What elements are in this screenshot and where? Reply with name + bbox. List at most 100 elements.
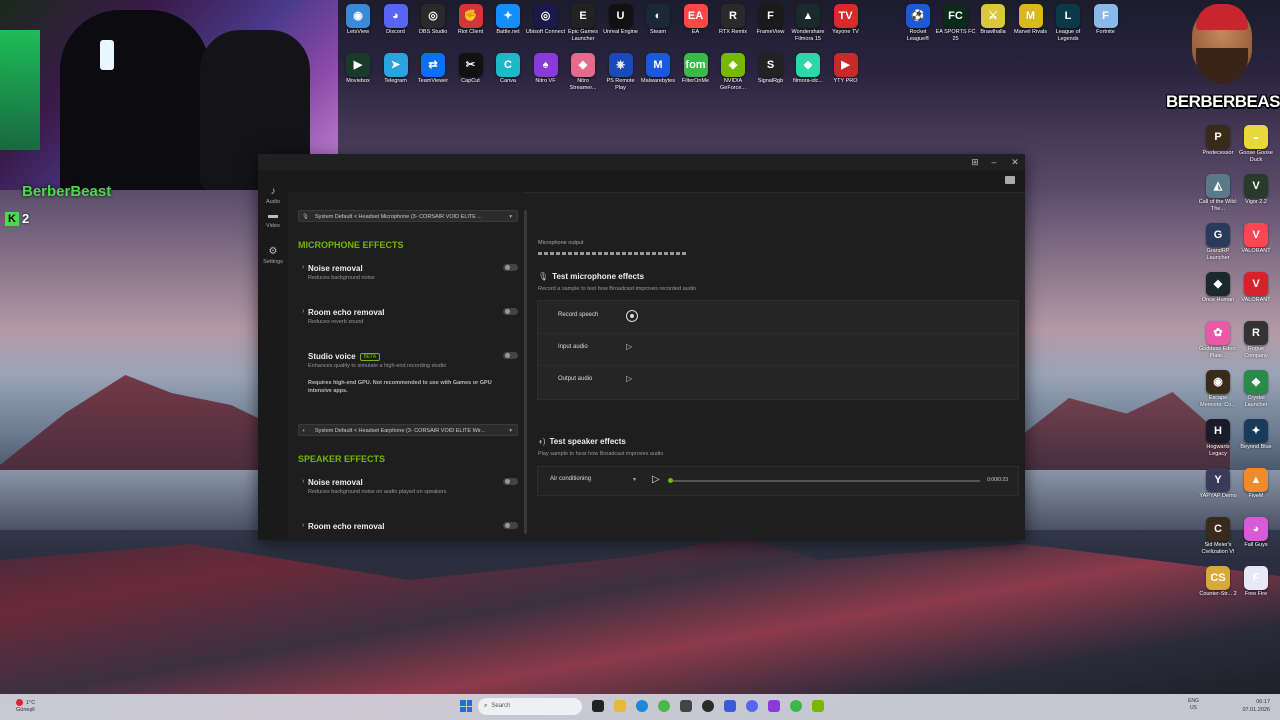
desktop-shortcut[interactable]: ◆ Nitro Streamer... xyxy=(563,53,603,92)
desktop-shortcut[interactable]: ◐ Steam xyxy=(638,4,678,36)
desktop-shortcut[interactable]: M Marvel Rivals xyxy=(1011,4,1051,36)
taskbar-search[interactable]: ⌕ Search xyxy=(478,698,582,715)
desktop-shortcut[interactable]: ➤ Telegram xyxy=(376,53,416,85)
desktop-shortcut[interactable]: FC EA SPORTS FC 25 xyxy=(936,4,976,43)
desktop-shortcut[interactable]: ✦ Battle.net xyxy=(488,4,528,36)
desktop-shortcut[interactable]: ◕ Fall Guys xyxy=(1236,517,1276,549)
desktop-shortcut[interactable]: V Vigor 2.2 xyxy=(1236,174,1276,206)
desktop-shortcut[interactable]: ⚽ Rocket League® xyxy=(898,4,938,43)
desktop-shortcut[interactable]: G GrandRP Launcher xyxy=(1198,223,1238,262)
discord-taskbar-icon[interactable] xyxy=(746,700,758,712)
record-button[interactable] xyxy=(626,310,638,322)
room-echo-toggle[interactable] xyxy=(503,308,518,315)
desktop-shortcut[interactable]: ◈ NVIDIA GeForce... xyxy=(713,53,753,92)
task-view-icon[interactable] xyxy=(592,700,604,712)
chevron-right-icon[interactable]: › xyxy=(302,522,304,529)
nav-settings[interactable]: ⚙ Settings xyxy=(258,246,288,265)
sample-select[interactable]: Air conditioning xyxy=(550,476,591,482)
desktop-shortcut[interactable]: EA EA xyxy=(676,4,716,36)
desktop-shortcut[interactable]: ◎ Ubisoft Connect xyxy=(526,4,566,36)
studio-voice-toggle[interactable] xyxy=(503,352,518,359)
close-button[interactable]: ✕ xyxy=(1008,156,1022,168)
clock[interactable]: 06:17 07.01.2026 xyxy=(1242,698,1270,714)
desktop-shortcut[interactable]: fom FilterOnMe xyxy=(676,53,716,85)
desktop-shortcut[interactable]: F Fortnite xyxy=(1086,4,1126,36)
desktop-shortcut[interactable]: ✊ Riot Client xyxy=(451,4,491,36)
desktop-shortcut[interactable]: ▲ Wondershare Filmora 15 xyxy=(788,4,828,43)
speaker-source-select[interactable]: ◖ System Default < Headset Earphone (3- … xyxy=(298,424,518,436)
output-audio-row: Output audio ▷ xyxy=(538,365,1018,397)
desktop-shortcut[interactable]: E Epic Games Launcher xyxy=(563,4,603,43)
desktop-shortcut[interactable]: ◆ Once Human xyxy=(1198,272,1238,304)
windows-start-icon[interactable] xyxy=(460,700,472,712)
desktop-shortcut[interactable]: F Free Fire xyxy=(1236,566,1276,598)
effects-scrollbar[interactable] xyxy=(524,210,527,534)
desktop-shortcut[interactable]: ⇄ TeamViewer xyxy=(413,53,453,85)
snap-icon[interactable]: ⊞ xyxy=(968,156,982,168)
desktop-shortcut[interactable]: C Canva xyxy=(488,53,528,85)
desktop-shortcut[interactable]: F FrameView xyxy=(751,4,791,36)
chrome-icon[interactable] xyxy=(658,700,670,712)
desktop-shortcut[interactable]: ✿ Goddess Eden: Plate... xyxy=(1198,321,1238,360)
desktop-shortcut[interactable]: C Sid Meier's Civilization VI xyxy=(1198,517,1238,556)
desktop-shortcut[interactable]: ▲ FiveM xyxy=(1236,468,1276,500)
desktop-shortcut[interactable]: L League of Legends xyxy=(1048,4,1088,43)
desktop-shortcut[interactable]: Y YAPYAP Demo xyxy=(1198,468,1238,500)
edge-icon[interactable] xyxy=(636,700,648,712)
desktop-shortcut[interactable]: ◎ OBS Studio xyxy=(413,4,453,36)
play-sample-icon[interactable]: ▷ xyxy=(652,474,660,485)
desktop-shortcut-label: FiveM xyxy=(1248,493,1264,499)
desktop-shortcut[interactable]: ◆ filmora-idc... xyxy=(788,53,828,85)
desktop-shortcut[interactable]: H Hogwarts Legacy xyxy=(1198,419,1238,458)
desktop-shortcut[interactable]: ◒ Goose Goose Duck xyxy=(1236,125,1276,164)
sample-progress-knob[interactable] xyxy=(668,478,673,483)
desktop-shortcut[interactable]: ⚔ Brawlhalla xyxy=(973,4,1013,36)
desktop-shortcut[interactable]: S SignalRgb xyxy=(751,53,791,85)
app-icon-10[interactable] xyxy=(790,700,802,712)
noise-removal-toggle[interactable] xyxy=(503,264,518,271)
app-icon-7[interactable] xyxy=(724,700,736,712)
desktop-shortcut[interactable]: R RTX Remix xyxy=(713,4,753,36)
sample-progress-track[interactable] xyxy=(668,478,980,483)
obs-taskbar-icon[interactable] xyxy=(702,700,714,712)
desktop-shortcut[interactable]: M Malwarebytes xyxy=(638,53,678,85)
play-input-icon[interactable]: ▷ xyxy=(626,342,632,351)
desktop-shortcut[interactable]: ◉ LetsView xyxy=(338,4,378,36)
nav-video[interactable]: ▬ Video xyxy=(258,210,288,229)
weather-widget[interactable]: 1°C Güneşli xyxy=(16,699,35,714)
desktop-shortcut[interactable]: TV Yayone TV xyxy=(826,4,866,36)
desktop-shortcut[interactable]: V VALORANT xyxy=(1236,272,1276,304)
speaker-echo-toggle[interactable] xyxy=(503,522,518,529)
window-titlebar[interactable]: ⊞ – ✕ xyxy=(258,154,1025,170)
feedback-icon[interactable] xyxy=(1005,176,1015,184)
file-explorer-icon[interactable] xyxy=(614,700,626,712)
desktop-shortcut[interactable]: R Rogue Company xyxy=(1236,321,1276,360)
desktop-shortcut[interactable]: CS Counter-Str... 2 xyxy=(1198,566,1238,598)
mic-source-select[interactable]: 🎙 System Default < Headset Microphone (3… xyxy=(298,210,518,222)
desktop-shortcut[interactable]: ♠ Nitro VF xyxy=(526,53,566,85)
desktop-shortcut[interactable]: P Predecessor xyxy=(1198,125,1238,157)
desktop-shortcut[interactable]: ▶ Moviebox xyxy=(338,53,378,85)
desktop-shortcut[interactable]: ◭ Call of the Wild: The... xyxy=(1198,174,1238,213)
desktop-shortcut[interactable]: ✦ Beyond Blue xyxy=(1236,419,1276,451)
desktop-shortcut[interactable]: ▶ YTY PRO xyxy=(826,53,866,85)
desktop-shortcut[interactable]: U Unreal Engine xyxy=(601,4,641,36)
speaker-noise-toggle[interactable] xyxy=(503,478,518,485)
chevron-right-icon[interactable]: › xyxy=(302,264,304,271)
desktop-shortcut[interactable]: V VALORANT xyxy=(1236,223,1276,255)
desktop-shortcut[interactable]: ◕ Discord xyxy=(376,4,416,36)
language-indicator[interactable]: ENG US xyxy=(1188,698,1199,712)
desktop-shortcut[interactable]: ✂ CapCut xyxy=(451,53,491,85)
minimize-button[interactable]: – xyxy=(987,156,1001,168)
play-output-icon[interactable]: ▷ xyxy=(626,374,632,383)
desktop-shortcut[interactable]: ⎈ PS Remote Play xyxy=(601,53,641,92)
chevron-down-icon[interactable]: ▾ xyxy=(633,476,636,483)
desktop-shortcut[interactable]: ◉ Escape Memoirs: Co... xyxy=(1198,370,1238,409)
app-icon-5[interactable] xyxy=(680,700,692,712)
nvidia-broadcast-taskbar-icon[interactable] xyxy=(812,700,824,712)
desktop-shortcut[interactable]: ◆ Crystal Launcher xyxy=(1236,370,1276,409)
chevron-right-icon[interactable]: › xyxy=(302,478,304,485)
app-icon-9[interactable] xyxy=(768,700,780,712)
nav-audio[interactable]: ♪ Audio xyxy=(258,186,288,205)
chevron-right-icon[interactable]: › xyxy=(302,308,304,315)
